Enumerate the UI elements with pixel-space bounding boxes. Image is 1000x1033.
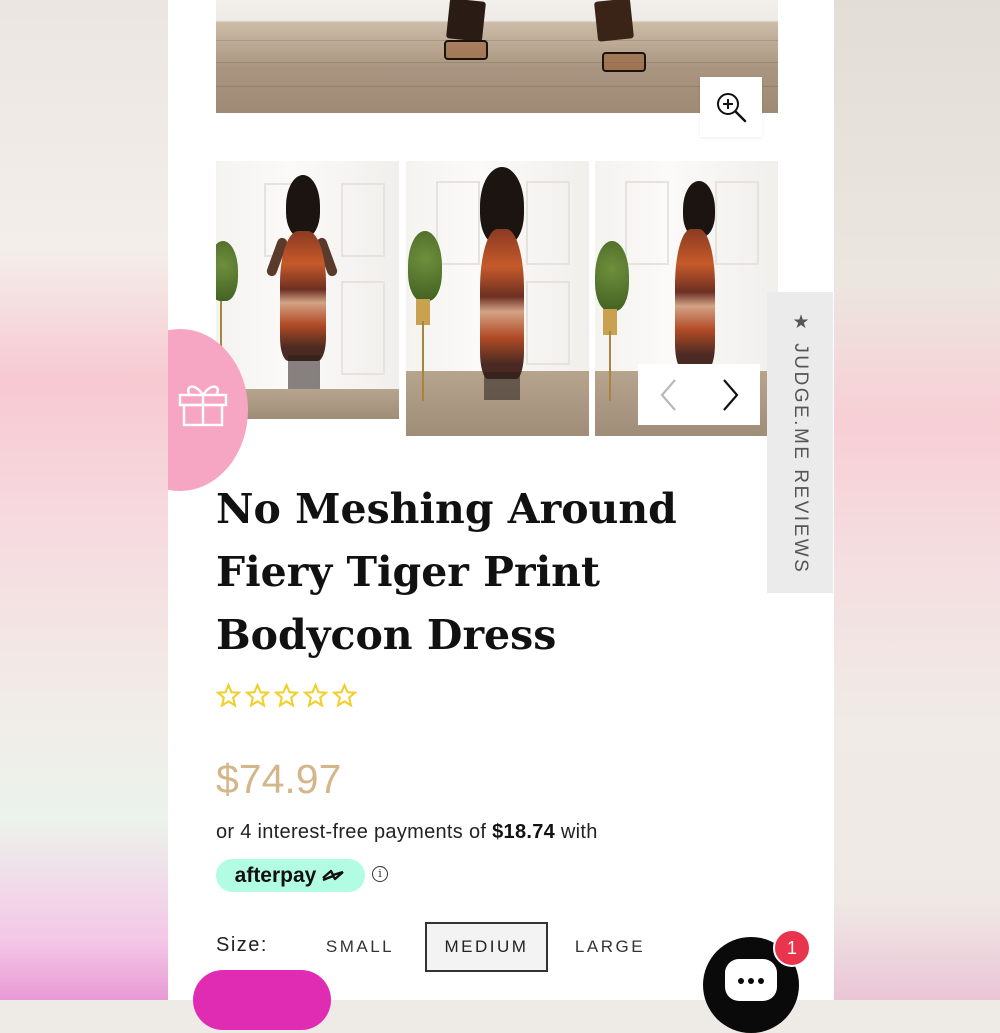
chat-icon	[725, 959, 777, 1001]
star-outline-icon	[245, 683, 270, 708]
afterpay-suffix: with	[555, 821, 598, 843]
product-title: No Meshing Around Fiery Tiger Print Body…	[216, 485, 677, 659]
carousel-prev-button[interactable]	[649, 375, 689, 415]
size-option-large[interactable]: LARGE	[566, 922, 654, 972]
afterpay-badge[interactable]: afterpay	[216, 859, 365, 892]
afterpay-badge-label: afterpay	[234, 863, 317, 887]
thumbnail-2[interactable]	[406, 161, 589, 436]
star-outline-icon	[332, 683, 357, 708]
background-right	[834, 0, 1000, 1000]
chevron-right-icon	[722, 378, 738, 411]
gift-bubble[interactable]	[168, 329, 258, 491]
rating-stars[interactable]	[216, 683, 357, 708]
zoom-button[interactable]	[700, 77, 762, 137]
zoom-in-icon	[717, 93, 747, 123]
carousel-nav	[638, 364, 760, 425]
star-outline-icon	[216, 683, 241, 708]
promo-pill-button[interactable]	[193, 970, 331, 1030]
carousel-next-button[interactable]	[710, 375, 750, 415]
reviews-tab-label: ★ JUDGE.ME REVIEWS	[790, 310, 811, 575]
chat-notification-badge: 1	[773, 929, 811, 967]
gift-icon	[178, 385, 228, 427]
star-outline-icon	[274, 683, 299, 708]
product-price: $74.97	[216, 756, 342, 802]
size-label: Size:	[216, 934, 268, 956]
afterpay-message: or 4 interest-free payments of $18.74 wi…	[216, 821, 598, 844]
afterpay-installment: $18.74	[492, 821, 556, 843]
chevron-left-icon	[660, 378, 676, 411]
info-icon[interactable]: i	[372, 866, 388, 882]
size-option-small[interactable]: SMALL	[316, 922, 404, 972]
afterpay-prefix: or 4 interest-free payments of	[216, 821, 493, 843]
main-product-image[interactable]	[216, 0, 778, 113]
star-outline-icon	[303, 683, 328, 708]
background-left	[0, 0, 168, 1000]
size-option-medium[interactable]: MEDIUM	[425, 922, 548, 972]
afterpay-logo-icon	[322, 869, 345, 881]
